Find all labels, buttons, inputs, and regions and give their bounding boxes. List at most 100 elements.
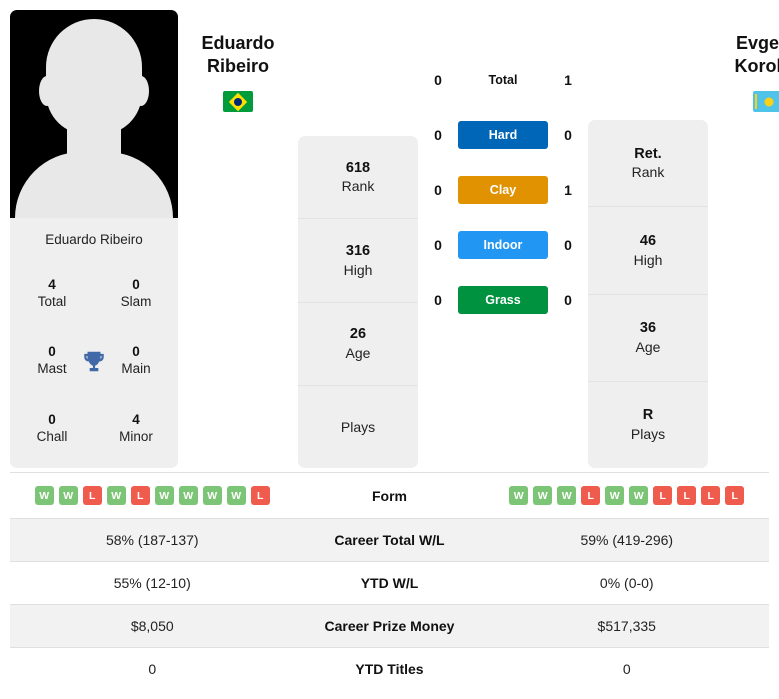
form-badge-loss[interactable]: L bbox=[250, 486, 270, 505]
left-rank-value: 618 bbox=[345, 159, 371, 176]
right-stat-age: 36 Age bbox=[588, 295, 708, 382]
left-form-strip: WWLWLWWWWL bbox=[14, 486, 291, 505]
right-form-strip: WWWLWWLLLL bbox=[489, 486, 766, 505]
left-high-value: 316 bbox=[345, 242, 371, 259]
right-player-name-line1: Evgeny bbox=[735, 33, 779, 53]
right-player-stats: Ret. Rank 46 High 36 Age R Plays bbox=[588, 120, 708, 468]
placeholder-avatar-icon bbox=[10, 10, 178, 218]
left-stat-plays: Plays bbox=[298, 386, 418, 468]
left-titles-main-value: 0 bbox=[132, 344, 140, 360]
left-titles-total-value: 4 bbox=[48, 276, 56, 292]
form-badge-win[interactable]: W bbox=[58, 486, 78, 505]
h2h-row-clay: 0 Clay 1 bbox=[418, 176, 588, 204]
left-value-cell: 55% (12-10) bbox=[113, 575, 191, 591]
right-age-label: Age bbox=[635, 338, 661, 355]
left-stat-age: 26 Age bbox=[298, 303, 418, 386]
left-value-cell: 0 bbox=[148, 661, 157, 677]
left-value-cell: 58% (187-137) bbox=[105, 532, 199, 548]
right-value-cell: 0% (0-0) bbox=[599, 575, 654, 591]
left-value-cell: $8,050 bbox=[130, 618, 174, 634]
form-badge-win[interactable]: W bbox=[226, 486, 246, 505]
table-row: W W L W L W W W W L Form W W W L W W L L L L bbox=[10, 472, 770, 519]
h2h-surface-label-clay[interactable]: Clay bbox=[458, 176, 548, 204]
right-value-cell: $517,335 bbox=[597, 618, 656, 634]
h2h-surface-label-hard[interactable]: Hard bbox=[458, 121, 548, 149]
form-badge-loss[interactable]: L bbox=[82, 486, 102, 505]
h2h-right-score: 1 bbox=[564, 72, 572, 88]
h2h-left-score: 0 bbox=[434, 237, 442, 253]
right-plays-label: Plays bbox=[630, 426, 666, 443]
left-player-name-line2: Ribeiro bbox=[206, 55, 269, 76]
right-plays-value: R bbox=[642, 407, 654, 424]
left-titles-total-label: Total bbox=[37, 293, 67, 309]
right-value-cell: WWWLWWLLLL bbox=[485, 473, 770, 519]
left-titles-chall: 0 Chall bbox=[10, 394, 94, 462]
h2h-row-total: 0 Total 1 bbox=[418, 66, 588, 94]
right-rank-label: Rank bbox=[631, 164, 665, 181]
right-stat-high: 46 High bbox=[588, 207, 708, 295]
left-titles-main-label: Main bbox=[121, 361, 151, 377]
left-titles-minor-label: Minor bbox=[119, 429, 153, 445]
h2h-row-indoor: 0 Indoor 0 bbox=[418, 231, 588, 259]
brazil-flag-icon bbox=[223, 91, 253, 112]
left-titles-slam: 0 Slam bbox=[94, 259, 178, 327]
form-badge-loss[interactable]: L bbox=[581, 486, 601, 505]
h2h-left-score: 0 bbox=[434, 182, 442, 198]
right-value-cell: 0 bbox=[622, 661, 631, 677]
h2h-surface-label-total: Total bbox=[488, 73, 518, 87]
right-player-header: Evgeny Korolev bbox=[708, 10, 779, 112]
left-titles-main: 0 Main bbox=[94, 327, 178, 395]
kazakhstan-flag-icon bbox=[753, 91, 779, 112]
left-titles-chall-label: Chall bbox=[36, 429, 68, 445]
left-titles-mast-label: Mast bbox=[37, 361, 67, 377]
left-titles-chall-value: 0 bbox=[48, 411, 56, 427]
stat-label-cell: YTD Titles bbox=[355, 661, 424, 677]
table-row: 58% (187-137) Career Total W/L 59% (419-29… bbox=[10, 518, 769, 562]
stat-label-cell: YTD W/L bbox=[360, 575, 419, 591]
h2h-surface-label-indoor[interactable]: Indoor bbox=[458, 231, 548, 259]
left-titles-slam-value: 0 bbox=[132, 276, 140, 292]
form-badge-win[interactable]: W bbox=[629, 486, 649, 505]
form-badge-win[interactable]: W bbox=[533, 486, 553, 505]
form-badge-win[interactable]: W bbox=[557, 486, 577, 505]
h2h-row-grass: 0 Grass 0 bbox=[418, 286, 588, 314]
left-age-label: Age bbox=[345, 344, 371, 361]
left-player-stats: 618 Rank 316 High 26 Age Plays bbox=[298, 136, 418, 468]
form-badge-loss[interactable]: L bbox=[677, 486, 697, 505]
form-badge-win[interactable]: W bbox=[34, 486, 54, 505]
h2h-right-score: 0 bbox=[564, 237, 572, 253]
form-badge-loss[interactable]: L bbox=[725, 486, 745, 505]
right-age-value: 36 bbox=[639, 320, 657, 337]
right-rank-value: Ret. bbox=[634, 145, 662, 162]
left-player-name: Eduardo Ribeiro bbox=[201, 32, 274, 77]
h2h-right-score: 0 bbox=[564, 292, 572, 308]
table-row: 55% (12-10) YTD W/L 0% (0-0) bbox=[10, 561, 769, 605]
left-rank-label: Rank bbox=[341, 178, 375, 195]
form-badge-loss[interactable]: L bbox=[653, 486, 673, 505]
form-badge-loss[interactable]: L bbox=[130, 486, 150, 505]
left-titles-minor-value: 4 bbox=[132, 411, 140, 427]
form-badge-win[interactable]: W bbox=[509, 486, 529, 505]
right-value-cell: 59% (419-296) bbox=[580, 532, 674, 548]
left-player-photo bbox=[10, 10, 178, 218]
stat-label-cell: Career Prize Money bbox=[324, 618, 455, 634]
left-player-header: Eduardo Ribeiro bbox=[178, 10, 298, 112]
right-player-name: Evgeny Korolev bbox=[734, 32, 779, 77]
left-player-photo-name: Eduardo Ribeiro bbox=[45, 232, 143, 247]
h2h-surface-label-grass[interactable]: Grass bbox=[458, 286, 548, 314]
left-player-name-line1: Eduardo bbox=[201, 33, 275, 53]
left-titles-total: 4 Total bbox=[10, 259, 94, 327]
form-badge-win[interactable]: W bbox=[178, 486, 198, 505]
left-plays-label: Plays bbox=[340, 418, 376, 435]
form-badge-win[interactable]: W bbox=[106, 486, 126, 505]
stat-label-cell: Form bbox=[372, 487, 407, 504]
form-badge-win[interactable]: W bbox=[154, 486, 174, 505]
player-comparison-panel: Eduardo Ribeiro 4 Total 0 Slam 0 Mast 0 … bbox=[0, 0, 779, 472]
form-badge-loss[interactable]: L bbox=[701, 486, 721, 505]
form-badge-win[interactable]: W bbox=[202, 486, 222, 505]
left-player-card: Eduardo Ribeiro 4 Total 0 Slam 0 Mast 0 … bbox=[10, 10, 178, 468]
h2h-left-score: 0 bbox=[434, 127, 442, 143]
form-badge-win[interactable]: W bbox=[605, 486, 625, 505]
table-row: 0 YTD Titles 0 bbox=[10, 647, 769, 691]
head-to-head-column: 0 Total 1 0 Hard 0 0 Clay 1 0 Indoor 0 0 Grass 0 bbox=[418, 10, 588, 314]
